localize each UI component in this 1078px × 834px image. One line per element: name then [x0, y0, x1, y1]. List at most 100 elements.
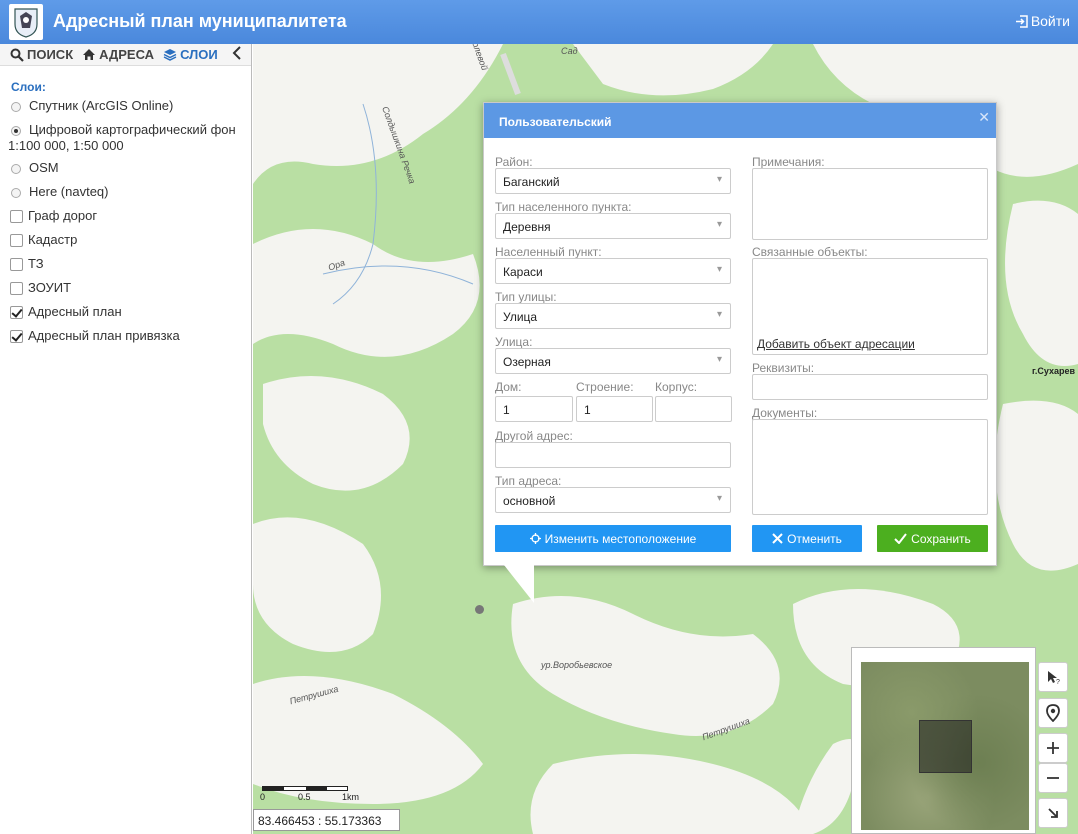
house-label: Дом: — [495, 380, 522, 394]
dialog-title: Пользовательский — [484, 103, 996, 138]
coat-of-arms-logo — [9, 4, 43, 40]
scale-tick: 1km — [342, 792, 360, 802]
street-select[interactable]: Озерная — [495, 348, 731, 374]
checkbox-road-graph[interactable] — [10, 210, 23, 223]
layer-tz[interactable]: ТЗ — [10, 256, 251, 280]
map-label: Сад — [561, 46, 578, 56]
layer-label: Спутник (ArcGIS Online) — [29, 98, 174, 113]
layer-digital-map[interactable]: Цифровой картографический фон 1:100 000,… — [8, 122, 251, 160]
save-button[interactable]: Сохранить — [877, 525, 988, 552]
block-label: Корпус: — [655, 380, 698, 394]
minus-icon — [1047, 777, 1059, 779]
close-icon[interactable]: ✕ — [978, 109, 990, 126]
documents-label: Документы: — [752, 406, 818, 420]
zoom-in-button[interactable] — [1038, 733, 1068, 763]
location-marker[interactable] — [475, 605, 484, 614]
tab-layers-label: СЛОИ — [180, 47, 218, 62]
notes-textarea[interactable] — [752, 168, 988, 240]
scale-bar: 0 0.5 1km — [260, 786, 362, 806]
scale-bar-graphic — [262, 786, 348, 791]
requisites-label: Реквизиты: — [752, 361, 815, 375]
checkbox-address-plan[interactable] — [10, 306, 23, 319]
check-icon — [894, 533, 907, 544]
layer-cadastre[interactable]: Кадастр — [10, 232, 251, 256]
requisites-input[interactable] — [752, 374, 988, 400]
city-label: г.Сухарев — [1032, 366, 1076, 376]
other-address-label: Другой адрес: — [495, 429, 573, 443]
building-input[interactable]: 1 — [576, 396, 653, 422]
layers-icon — [163, 49, 177, 61]
chevron-left-icon — [232, 46, 241, 60]
radio-digital-map[interactable] — [11, 126, 21, 136]
other-address-input[interactable] — [495, 442, 731, 468]
login-button[interactable]: Войти — [1015, 13, 1070, 29]
locate-button[interactable] — [1038, 698, 1068, 728]
layer-address-plan-binding[interactable]: Адресный план привязка — [10, 328, 251, 352]
login-label: Войти — [1030, 13, 1070, 29]
settlement-type-label: Тип населенного пункта: — [495, 200, 632, 214]
close-icon — [772, 533, 783, 544]
collapse-overview-button[interactable] — [1038, 798, 1068, 828]
notes-label: Примечания: — [752, 155, 825, 169]
address-type-label: Тип адреса: — [495, 474, 562, 488]
collapse-sidebar-button[interactable] — [232, 46, 242, 65]
layer-here[interactable]: Here (navteq) — [10, 184, 251, 208]
layer-label: Граф дорог — [28, 208, 98, 223]
radio-satellite[interactable] — [11, 102, 21, 112]
layer-address-plan[interactable]: Адресный план — [10, 304, 251, 328]
plus-icon — [1047, 742, 1059, 754]
layer-road-graph[interactable]: Граф дорог — [10, 208, 251, 232]
layer-label: Кадастр — [28, 232, 78, 247]
street-type-select[interactable]: Улица — [495, 303, 731, 329]
layer-label: OSM — [29, 160, 59, 175]
search-icon — [10, 48, 24, 62]
settlement-label: Населенный пункт: — [495, 245, 602, 259]
cancel-button[interactable]: Отменить — [752, 525, 862, 552]
sidebar-tabs: ПОИСК АДРЕСА СЛОИ — [0, 44, 251, 66]
layer-zouit[interactable]: ЗОУИТ — [10, 280, 251, 304]
house-input[interactable]: 1 — [495, 396, 573, 422]
documents-textarea[interactable] — [752, 419, 988, 515]
tab-search-label: ПОИСК — [27, 47, 74, 62]
settlement-type-select[interactable]: Деревня — [495, 213, 731, 239]
address-type-select[interactable]: основной — [495, 487, 731, 513]
identify-tool-button[interactable]: ? — [1038, 662, 1068, 692]
layer-label: Цифровой картографический фон — [29, 122, 236, 137]
tab-layers[interactable]: СЛОИ — [163, 47, 218, 62]
app-header: Адресный план муниципалитета Войти — [0, 0, 1078, 44]
radio-osm[interactable] — [11, 164, 21, 174]
layer-osm[interactable]: OSM — [10, 160, 251, 184]
arrow-down-right-icon — [1048, 808, 1058, 818]
building-label: Строение: — [576, 380, 634, 394]
cursor-question-icon: ? — [1048, 671, 1060, 685]
add-address-object-link[interactable]: Добавить объект адресации — [757, 337, 915, 351]
checkbox-tz[interactable] — [10, 258, 23, 271]
change-location-button[interactable]: Изменить местоположение — [495, 525, 731, 552]
cancel-label: Отменить — [787, 531, 842, 546]
zoom-out-button[interactable] — [1038, 763, 1068, 793]
layer-sublabel: 1:100 000, 1:50 000 — [8, 138, 124, 153]
tab-addresses[interactable]: АДРЕСА — [82, 47, 154, 62]
layer-label: Адресный план — [28, 304, 122, 319]
layer-satellite[interactable]: Спутник (ArcGIS Online) — [10, 98, 251, 122]
app-title: Адресный план муниципалитета — [53, 11, 347, 31]
district-select[interactable]: Баганский — [495, 168, 731, 194]
overview-extent-box[interactable] — [919, 720, 972, 773]
checkbox-address-plan-binding[interactable] — [10, 330, 23, 343]
map-pin-icon — [1046, 704, 1060, 722]
overview-map[interactable] — [851, 647, 1036, 834]
dialog-pointer — [504, 565, 534, 603]
street-type-label: Тип улицы: — [495, 290, 557, 304]
layer-label: Адресный план привязка — [28, 328, 180, 343]
layers-title: Слои: — [11, 80, 46, 94]
tab-search[interactable]: ПОИСК — [10, 47, 73, 62]
settlement-select[interactable]: Караси — [495, 258, 731, 284]
scale-tick: 0 — [260, 792, 266, 802]
block-input[interactable] — [655, 396, 732, 422]
radio-here[interactable] — [11, 188, 21, 198]
related-objects-label: Связанные объекты: — [752, 245, 868, 259]
home-icon — [83, 49, 96, 60]
checkbox-zouit[interactable] — [10, 282, 23, 295]
scale-tick: 0.5 — [298, 792, 311, 802]
checkbox-cadastre[interactable] — [10, 234, 23, 247]
